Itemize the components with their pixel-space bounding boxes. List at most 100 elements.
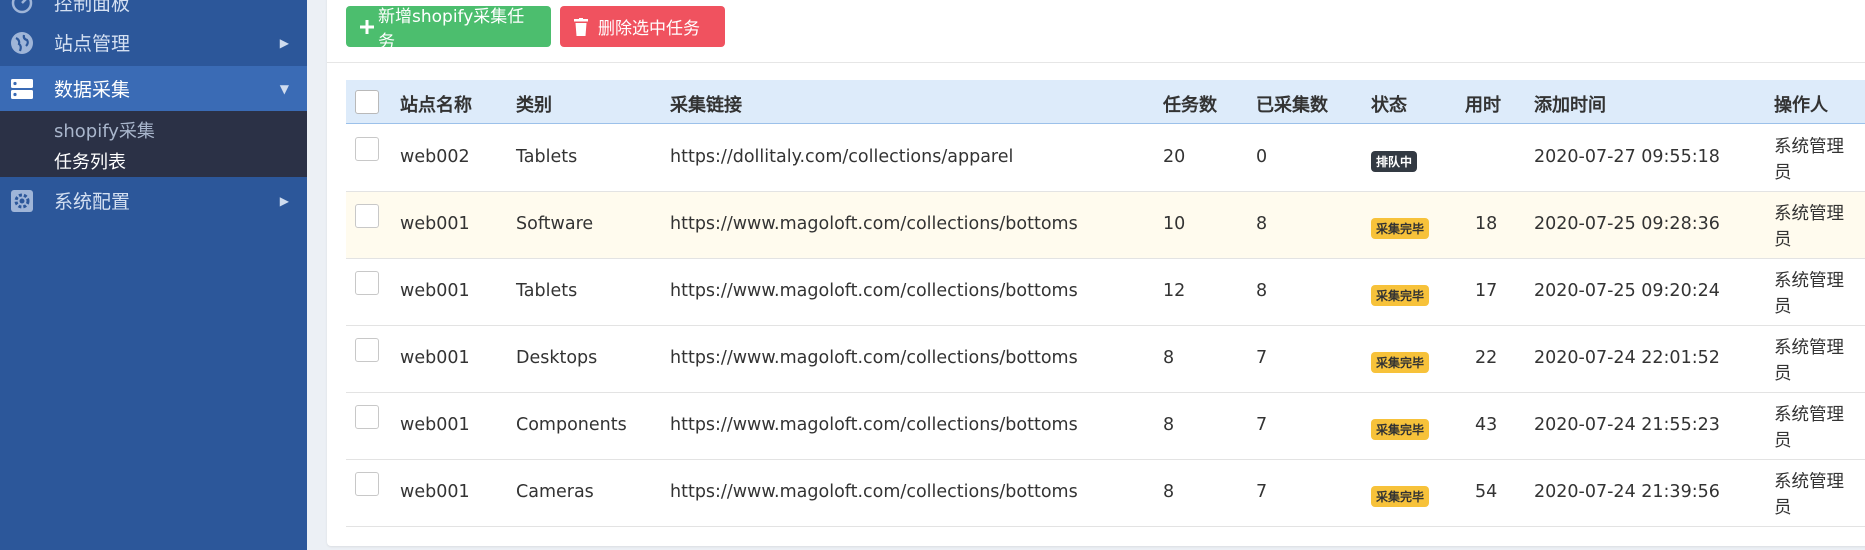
column-header-site[interactable]: 站点名称 <box>400 91 472 117</box>
column-header-added[interactable]: 添加时间 <box>1534 91 1606 117</box>
cell-url[interactable]: https://www.magoloft.com/collections/bot… <box>670 214 1078 234</box>
sidebar-item-label: 控制面板 <box>54 0 131 15</box>
cell-category: Cameras <box>516 482 594 502</box>
row-checkbox[interactable] <box>355 204 379 228</box>
status-badge: 采集完毕 <box>1371 218 1430 239</box>
cell-url[interactable]: https://dollitaly.com/collections/appare… <box>670 147 1013 167</box>
cell-site: web001 <box>400 482 470 502</box>
cell-collected: 7 <box>1256 348 1268 368</box>
column-header-url[interactable]: 采集链接 <box>670 91 742 117</box>
cell-operator: 系统管理员 <box>1774 271 1844 317</box>
cell-site: web001 <box>400 281 470 301</box>
cell-duration: 18 <box>1475 214 1498 234</box>
cell-site: web001 <box>400 415 470 435</box>
column-header-status[interactable]: 状态 <box>1371 91 1407 117</box>
cell-duration: 17 <box>1475 281 1498 301</box>
delete-selected-label: 删除选中任务 <box>598 19 700 39</box>
chevron-right-icon: ▶ <box>279 193 289 208</box>
table-row[interactable]: web002 Tablets https://dollitaly.com/colle… <box>346 125 1865 192</box>
cell-duration: 43 <box>1475 415 1498 435</box>
cell-url[interactable]: https://www.magoloft.com/collections/bot… <box>670 348 1078 368</box>
delete-selected-button[interactable]: 删除选中任务 <box>560 6 725 47</box>
cell-url[interactable]: https://www.magoloft.com/collections/bot… <box>670 482 1078 502</box>
cell-added: 2020-07-25 09:20:24 <box>1534 281 1720 301</box>
table-header: 站点名称 类别 采集链接 任务数 已采集数 状态 用时 添加时间 操作人 <box>346 80 1865 124</box>
cell-collected: 8 <box>1256 281 1268 301</box>
chevron-down-icon: ▼ <box>279 81 289 96</box>
cell-added: 2020-07-24 22:01:52 <box>1534 348 1720 368</box>
cell-tasks: 8 <box>1163 482 1175 502</box>
chevron-right-icon: ▶ <box>279 35 289 50</box>
status-badge: 采集完毕 <box>1371 486 1430 507</box>
column-header-tasks[interactable]: 任务数 <box>1163 91 1217 117</box>
column-header-operator[interactable]: 操作人 <box>1774 91 1828 117</box>
submenu-item-task-list[interactable]: 任务列表 <box>54 148 126 174</box>
status-badge: 采集完毕 <box>1371 285 1430 306</box>
column-header-collected[interactable]: 已采集数 <box>1256 91 1328 117</box>
cell-duration: 54 <box>1475 482 1498 502</box>
cell-operator: 系统管理员 <box>1774 338 1844 384</box>
dashboard-icon <box>10 0 34 15</box>
sidebar-item-data-collection[interactable]: 数据采集 ▼ <box>0 66 307 111</box>
row-checkbox[interactable] <box>355 338 379 362</box>
cell-collected: 0 <box>1256 147 1268 167</box>
table-row[interactable]: web001 Tablets https://www.magoloft.com/co… <box>346 259 1865 326</box>
cell-url[interactable]: https://www.magoloft.com/collections/bot… <box>670 415 1078 435</box>
cell-category: Desktops <box>516 348 598 368</box>
cell-operator: 系统管理员 <box>1774 204 1844 250</box>
sidebar-item-sites[interactable]: 站点管理 ▶ <box>0 20 307 65</box>
cell-category: Software <box>516 214 594 234</box>
row-checkbox[interactable] <box>355 472 379 496</box>
cell-category: Tablets <box>516 281 578 301</box>
gear-icon <box>10 189 34 213</box>
cell-tasks: 8 <box>1163 415 1175 435</box>
cell-added: 2020-07-24 21:39:56 <box>1534 482 1720 502</box>
add-task-label: 新增shopify采集任务 <box>378 6 525 52</box>
cell-operator: 系统管理员 <box>1774 137 1844 183</box>
globe-icon <box>10 31 34 55</box>
status-badge: 排队中 <box>1371 151 1418 172</box>
row-checkbox[interactable] <box>355 271 379 295</box>
cell-category: Tablets <box>516 147 578 167</box>
status-badge: 采集完毕 <box>1371 352 1430 373</box>
cell-collected: 8 <box>1256 214 1268 234</box>
sidebar-item-label: 站点管理 <box>54 33 131 55</box>
table-row[interactable]: web001 Software https://www.magoloft.com/c… <box>346 192 1865 259</box>
cell-tasks: 12 <box>1163 281 1186 301</box>
cell-site: web001 <box>400 214 470 234</box>
cell-site: web001 <box>400 348 470 368</box>
cell-collected: 7 <box>1256 482 1268 502</box>
row-checkbox[interactable] <box>355 137 379 161</box>
cell-tasks: 8 <box>1163 348 1175 368</box>
column-header-duration[interactable]: 用时 <box>1465 91 1501 117</box>
cell-url[interactable]: https://www.magoloft.com/collections/bot… <box>670 281 1078 301</box>
cell-operator: 系统管理员 <box>1774 405 1844 451</box>
cell-tasks: 20 <box>1163 147 1186 167</box>
row-checkbox[interactable] <box>355 405 379 429</box>
cell-site: web002 <box>400 147 470 167</box>
submenu-item-shopify[interactable]: shopify采集 <box>54 117 155 143</box>
cell-tasks: 10 <box>1163 214 1186 234</box>
plus-icon <box>360 19 374 34</box>
main-content: 新增shopify采集任务 删除选中任务 站点名称 类别 采集链接 任务数 已采… <box>307 0 1865 550</box>
select-all-checkbox[interactable] <box>355 90 379 114</box>
cell-duration: 22 <box>1475 348 1498 368</box>
sidebar-item-config[interactable]: 系统配置 ▶ <box>0 178 307 223</box>
sidebar-item-label: 数据采集 <box>54 79 131 101</box>
cell-added: 2020-07-27 09:55:18 <box>1534 147 1720 167</box>
add-task-button[interactable]: 新增shopify采集任务 <box>346 6 551 52</box>
table-row[interactable]: web001 Cameras https://www.magoloft.com/co… <box>346 460 1865 527</box>
sidebar-item-label: 系统配置 <box>54 191 131 213</box>
sidebar: 控制面板 站点管理 ▶ 数据采集 ▼ shopify采集 任务列表 系统配置 ▶ <box>0 0 307 550</box>
cell-category: Components <box>516 415 627 435</box>
column-header-category[interactable]: 类别 <box>516 91 552 117</box>
table-row[interactable]: web001 Components https://www.magoloft.com… <box>346 393 1865 460</box>
cell-operator: 系统管理员 <box>1774 472 1844 518</box>
table-row[interactable]: web001 Desktops https://www.magoloft.com/c… <box>346 326 1865 393</box>
cell-added: 2020-07-25 09:28:36 <box>1534 214 1720 234</box>
status-badge: 采集完毕 <box>1371 419 1430 440</box>
submenu: shopify采集 任务列表 <box>0 111 307 177</box>
trash-icon <box>574 17 588 36</box>
cell-added: 2020-07-24 21:55:23 <box>1534 415 1720 435</box>
server-icon <box>10 77 34 101</box>
